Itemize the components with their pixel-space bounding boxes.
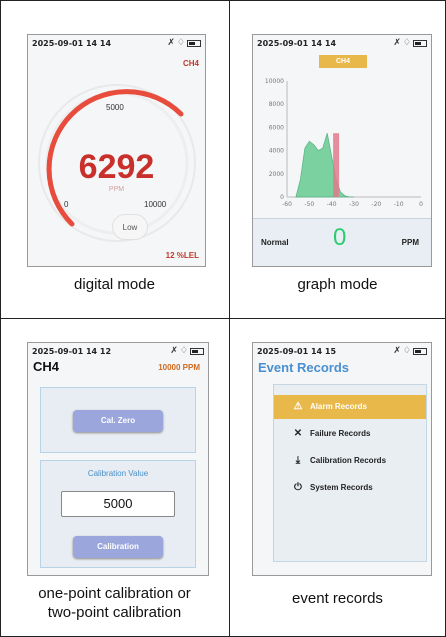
calibration-value-input[interactable]: 5000 (61, 491, 175, 517)
bell-icon: ♢ (402, 38, 411, 48)
status-bar: 2025-09-01 14 14 ✗ ♢ (257, 37, 427, 51)
menu-item-alarm-records[interactable]: ⚠ Alarm Records (274, 395, 426, 419)
bell-icon: ♢ (402, 346, 411, 356)
scale-label-right: 10000 (144, 200, 167, 209)
calibration-button[interactable]: Calibration (73, 536, 163, 558)
lel-reading: 12 %LEL (165, 251, 199, 260)
clock: 2025-09-01 14 14 (257, 39, 337, 48)
trend-chart: 0 2000 4000 6000 8000 10000 -60 -50 -40 -30 -20 -10… (265, 78, 423, 208)
signal-off-icon: ✗ (393, 346, 401, 356)
y-tick-label: 2000 (269, 171, 284, 178)
gas-type: CH4 (33, 359, 60, 374)
x-tick-label: -20 (371, 201, 381, 208)
cal-zero-button[interactable]: Cal. Zero (73, 410, 163, 432)
x-tick-label: -40 (327, 201, 337, 208)
clock: 2025-09-01 14 15 (257, 347, 337, 356)
y-tick-label: 6000 (269, 124, 284, 131)
x-icon: ✕ (293, 428, 303, 439)
y-tick-label: 10000 (265, 78, 284, 85)
menu-item-label: Alarm Records (310, 402, 367, 411)
battery-icon (190, 347, 204, 355)
zero-calibration-panel: Cal. Zero (40, 387, 196, 453)
sensor-range: 10000 PPM (158, 363, 200, 372)
gas-reading: 6292 (78, 148, 155, 186)
event-records-screen: 2025-09-01 14 15 ✗ ♢ Event Records ⚠ Ala… (252, 342, 432, 576)
digital-mode-screen: 2025-09-01 14 14 ✗ ♢ CH4 5000 0 10000 62… (27, 34, 206, 267)
clock: 2025-09-01 14 12 (32, 347, 112, 356)
power-icon: ⏻ (294, 482, 302, 493)
alarm-level-indicator: Low (112, 214, 148, 240)
y-tick-label: 8000 (269, 101, 284, 108)
scale-label-left: 0 (64, 200, 69, 209)
reading-unit: PPM (108, 186, 125, 193)
reading-bar: Normal 0 PPM (253, 218, 431, 266)
event-menu: ⚠ Alarm Records ✕ Failure Records ⤓ Cali… (273, 384, 427, 562)
x-tick-label: -30 (349, 201, 359, 208)
calibration-value-label: Calibration Value (87, 469, 149, 478)
gas-type-badge: CH4 (319, 55, 367, 68)
signal-off-icon: ✗ (393, 38, 401, 48)
warning-icon: ⚠ (293, 401, 303, 412)
x-tick-label: 0 (419, 201, 423, 208)
caption-events: event records (292, 590, 383, 607)
caption-calibration: one-point calibration or two-point calib… (0, 584, 229, 622)
status-bar: 2025-09-01 14 15 ✗ ♢ (257, 345, 427, 359)
scale-label-top: 5000 (106, 103, 124, 112)
menu-item-label: Failure Records (310, 429, 371, 438)
bell-icon: ♢ (179, 346, 188, 356)
gas-reading: 0 (333, 224, 347, 251)
x-tick-label: -50 (304, 201, 314, 208)
x-tick-label: -10 (394, 201, 404, 208)
menu-item-system-records[interactable]: ⏻ System Records (274, 476, 426, 500)
signal-off-icon: ✗ (170, 346, 178, 356)
download-icon: ⤓ (295, 455, 301, 466)
status-label: Normal (261, 238, 289, 247)
menu-item-calibration-records[interactable]: ⤓ Calibration Records (274, 449, 426, 473)
x-tick-label: -60 (282, 201, 292, 208)
menu-item-failure-records[interactable]: ✕ Failure Records (274, 422, 426, 446)
horizontal-divider (0, 318, 446, 319)
status-bar: 2025-09-01 14 12 ✗ ♢ (32, 345, 204, 359)
y-tick-label: 0 (280, 194, 284, 201)
current-position-marker (333, 133, 340, 197)
calibration-screen: 2025-09-01 14 12 ✗ ♢ CH4 10000 PPM Cal. … (27, 342, 209, 576)
battery-icon (413, 39, 427, 47)
y-tick-label: 4000 (269, 148, 284, 155)
menu-item-label: System Records (310, 483, 373, 492)
menu-item-label: Calibration Records (310, 456, 387, 465)
caption-line-2: two-point calibration (47, 604, 182, 621)
caption-graph: graph mode (297, 276, 378, 293)
graph-mode-screen: 2025-09-01 14 14 ✗ ♢ CH4 0 2000 4000 6000 80… (252, 34, 432, 267)
page-title: Event Records (258, 360, 350, 375)
span-calibration-panel: Calibration Value 5000 Calibration (40, 460, 196, 568)
caption-line-1: one-point calibration or (38, 585, 191, 602)
reading-unit: PPM (401, 238, 419, 247)
caption-digital: digital mode (74, 276, 155, 293)
battery-icon (413, 347, 427, 355)
area-series (295, 133, 354, 198)
